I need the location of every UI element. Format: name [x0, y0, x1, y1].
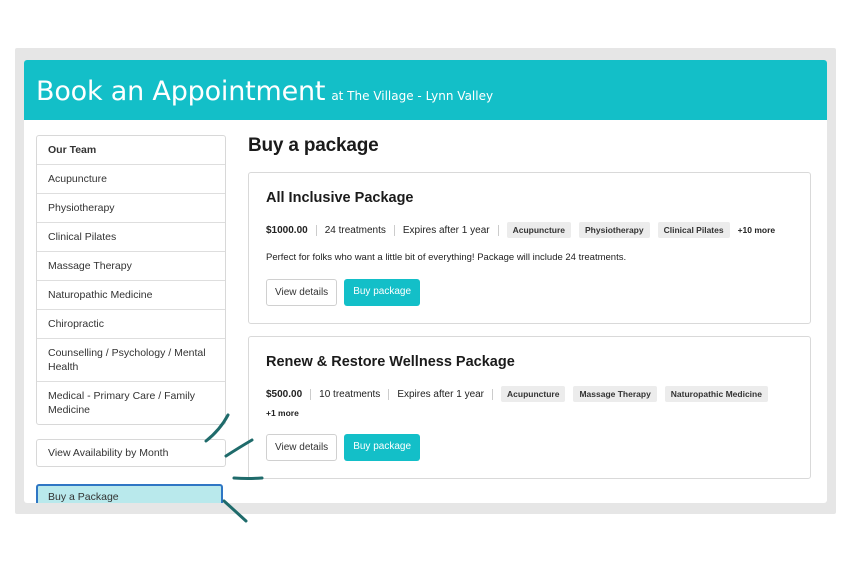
sidebar-item-acupuncture[interactable]: Acupuncture — [37, 164, 225, 193]
buy-package-action-button[interactable]: Buy package — [344, 434, 421, 461]
sidebar-item-medical[interactable]: Medical - Primary Care / Family Medicine — [37, 381, 225, 424]
service-tag: Acupuncture — [506, 222, 572, 238]
package-actions: View details Buy package — [266, 279, 793, 306]
service-tag: Naturopathic Medicine — [664, 386, 768, 402]
more-tags: +1 more — [266, 408, 299, 418]
view-details-button[interactable]: View details — [266, 279, 338, 306]
booking-widget: Book an Appointment at The Village - Lyn… — [24, 60, 827, 503]
package-price: $1000.00 — [266, 224, 317, 236]
sidebar: Our Team Acupuncture Physiotherapy Clini… — [36, 135, 226, 503]
package-expiry: Expires after 1 year — [397, 388, 494, 400]
package-treatments: 10 treatments — [319, 388, 390, 400]
main-content: Buy a package All Inclusive Package $100… — [248, 135, 811, 491]
sidebar-nav: Our Team Acupuncture Physiotherapy Clini… — [36, 135, 226, 425]
package-treatments: 24 treatments — [325, 224, 395, 236]
location-label: at The Village - Lynn Valley — [331, 89, 494, 103]
more-tags: +10 more — [737, 225, 776, 235]
package-meta: $1000.00 24 treatments Expires after 1 y… — [266, 222, 793, 238]
sidebar-item-massage-therapy[interactable]: Massage Therapy — [37, 251, 225, 280]
view-details-button[interactable]: View details — [266, 434, 338, 461]
package-price: $500.00 — [266, 388, 312, 400]
section-heading: Buy a package — [248, 135, 379, 156]
package-name: Renew & Restore Wellness Package — [266, 354, 515, 370]
page-title: Book an Appointment — [36, 76, 326, 107]
package-card: Renew & Restore Wellness Package $500.00… — [248, 336, 811, 479]
sidebar-item-clinical-pilates[interactable]: Clinical Pilates — [37, 222, 225, 251]
package-description: Perfect for folks who want a little bit … — [266, 252, 627, 263]
view-availability-button[interactable]: View Availability by Month — [36, 439, 226, 467]
package-meta: $500.00 10 treatments Expires after 1 ye… — [266, 386, 793, 418]
header-bar: Book an Appointment at The Village - Lyn… — [24, 60, 827, 120]
package-actions: View details Buy package — [266, 434, 793, 461]
service-tag: Clinical Pilates — [657, 222, 730, 238]
sidebar-item-naturopathic-medicine[interactable]: Naturopathic Medicine — [37, 280, 225, 309]
service-tag: Acupuncture — [501, 386, 566, 402]
service-tag: Massage Therapy — [573, 386, 657, 402]
sidebar-item-chiropractic[interactable]: Chiropractic — [37, 309, 225, 338]
package-card: All Inclusive Package $1000.00 24 treatm… — [248, 172, 811, 324]
sidebar-item-counselling[interactable]: Counselling / Psychology / Mental Health — [37, 338, 225, 381]
sidebar-item-physiotherapy[interactable]: Physiotherapy — [37, 193, 225, 222]
sidebar-item-our-team[interactable]: Our Team — [37, 136, 225, 164]
buy-package-action-button[interactable]: Buy package — [344, 279, 421, 306]
package-name: All Inclusive Package — [266, 190, 414, 206]
buy-package-button[interactable]: Buy a Package — [36, 484, 223, 503]
service-tag: Physiotherapy — [579, 222, 650, 238]
package-expiry: Expires after 1 year — [403, 224, 499, 236]
